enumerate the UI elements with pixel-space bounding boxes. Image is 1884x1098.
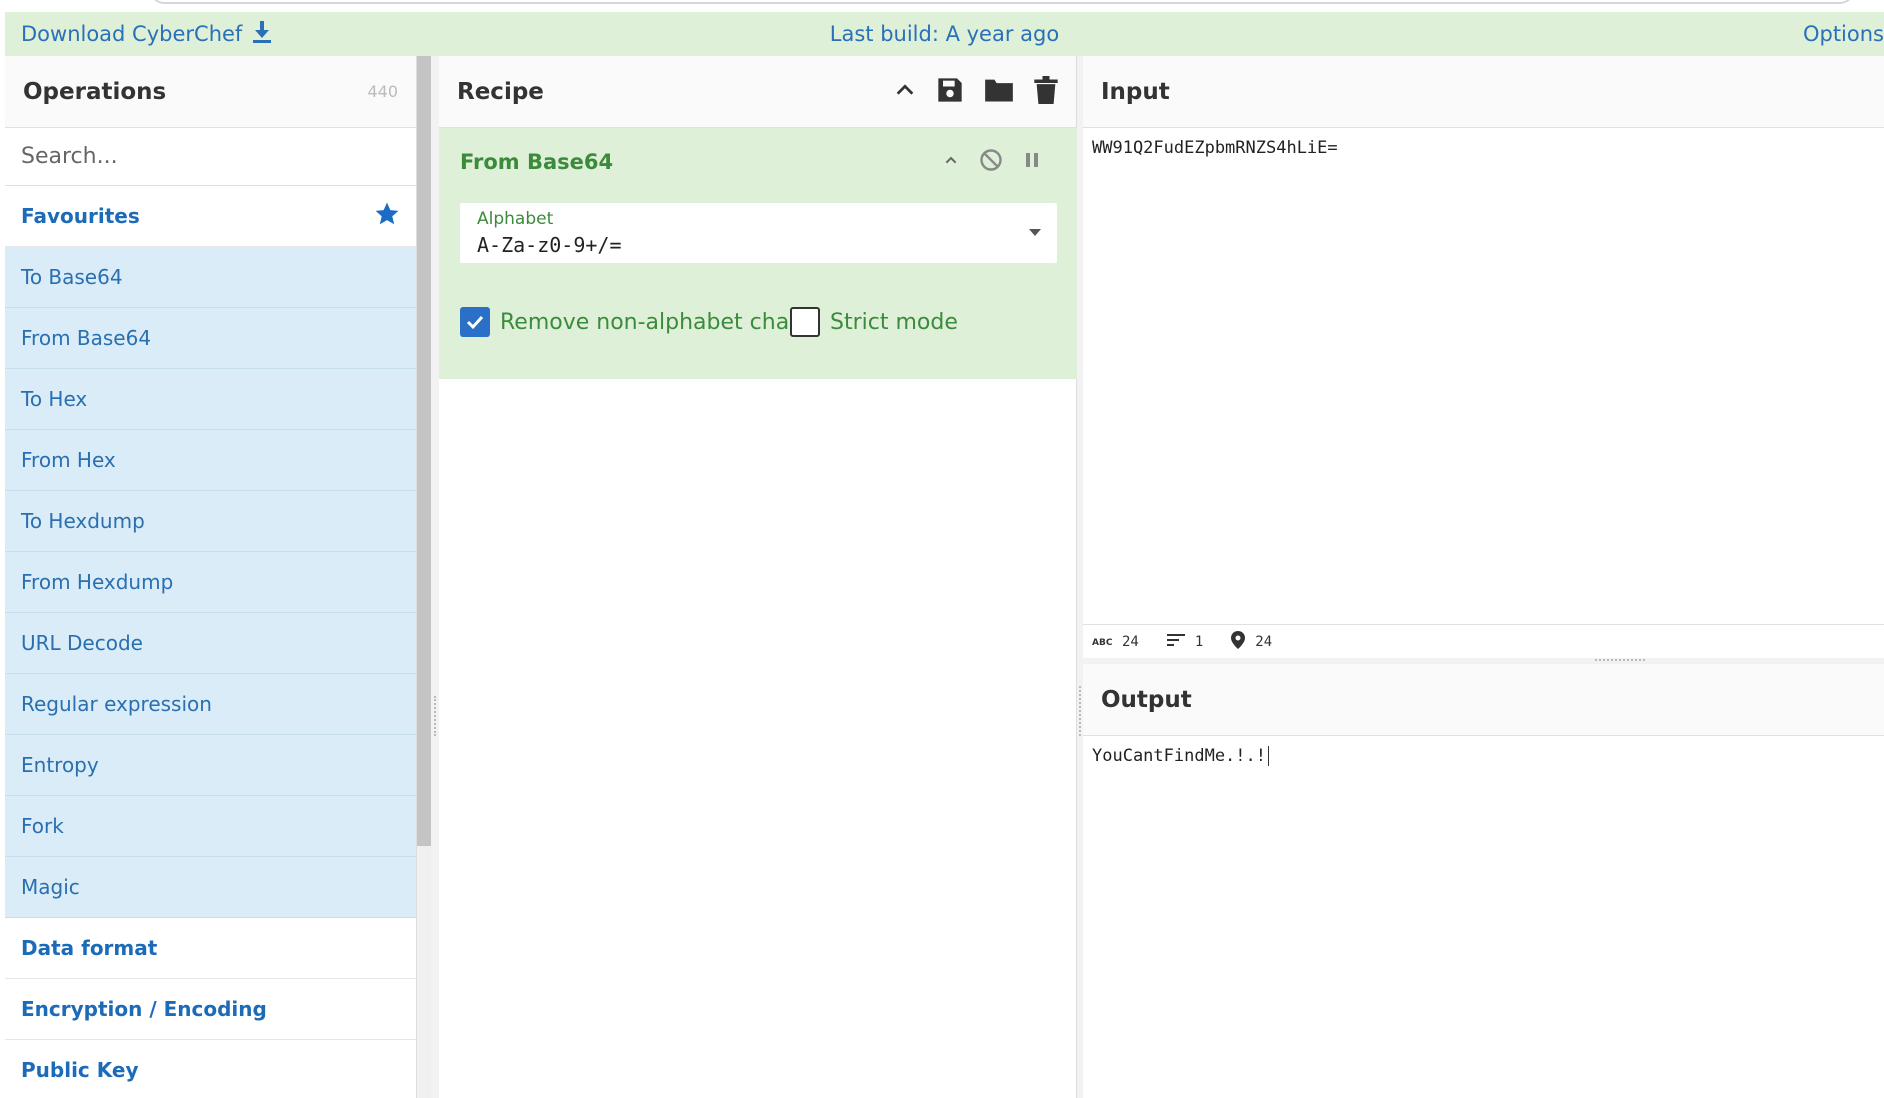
chevron-up-icon[interactable] (894, 79, 916, 105)
last-build-text: Last build: A year ago (829, 22, 1060, 46)
output-title: Output (1101, 686, 1192, 713)
op-label: From Base64 (21, 326, 152, 350)
category-label: Encryption / Encoding (21, 997, 267, 1021)
resize-gutter-operations[interactable] (431, 56, 439, 1098)
recipe-operation-from-base64: From Base64 Alphabet A-Za-z0-9+/= Remove… (439, 128, 1077, 379)
star-icon[interactable] (374, 201, 400, 232)
op-fork[interactable]: Fork (5, 796, 416, 857)
trash-icon[interactable] (1034, 75, 1058, 108)
input-textarea[interactable]: WW91Q2FudEZpbmRNZS4hLiE= (1092, 138, 1338, 158)
save-icon[interactable] (936, 76, 964, 108)
operations-scrollbar-track[interactable] (417, 846, 431, 1098)
op-magic[interactable]: Magic (5, 857, 416, 918)
browser-top-edge (0, 0, 1884, 12)
strict-mode-label: Strict mode (830, 309, 958, 335)
op-from-hexdump[interactable]: From Hexdump (5, 552, 416, 613)
op-to-base64[interactable]: To Base64 (5, 247, 416, 308)
op-label: To Hexdump (21, 509, 145, 533)
recipe-title: Recipe (457, 78, 544, 105)
disable-icon[interactable] (979, 148, 1003, 176)
op-to-hexdump[interactable]: To Hexdump (5, 491, 416, 552)
operations-title: Operations (23, 78, 167, 105)
favourites-label: Favourites (21, 204, 140, 228)
category-public-key[interactable]: Public Key (5, 1040, 416, 1098)
op-label: Fork (21, 814, 64, 838)
output-textarea[interactable]: YouCantFindMe.!.! (1092, 746, 1269, 766)
operations-count: 440 (367, 82, 398, 101)
location-pin-icon (1231, 630, 1246, 653)
abc-icon: ABC (1092, 634, 1113, 650)
op-label: Magic (21, 875, 80, 899)
op-entropy[interactable]: Entropy (5, 735, 416, 796)
op-from-hex[interactable]: From Hex (5, 430, 416, 491)
input-panel: Input WW91Q2FudEZpbmRNZS4hLiE= (1083, 56, 1884, 624)
cursor-position: 24 (1255, 633, 1273, 650)
category-label: Public Key (21, 1058, 139, 1082)
options-link[interactable]: Options (1803, 22, 1884, 46)
op-label: Entropy (21, 753, 99, 777)
input-title: Input (1101, 78, 1170, 105)
remove-non-alphabet-checkbox[interactable]: Remove non-alphabet chars (460, 307, 810, 337)
operation-title: From Base64 (460, 150, 614, 174)
recipe-header: Recipe (439, 56, 1076, 128)
input-status-bar: ABC 24 1 24 (1083, 624, 1884, 658)
alphabet-label: Alphabet (477, 209, 554, 229)
strict-mode-checkbox[interactable]: Strict mode (790, 307, 958, 337)
op-label: To Hex (21, 387, 88, 411)
line-count: 1 (1194, 633, 1204, 650)
category-label: Data format (21, 936, 158, 960)
operations-scrollbar-thumb[interactable] (417, 56, 431, 846)
folder-icon[interactable] (984, 77, 1014, 107)
op-label: From Hex (21, 448, 116, 472)
recipe-toolbar (894, 75, 1058, 108)
output-header: Output (1083, 664, 1884, 736)
search-input[interactable] (21, 144, 400, 169)
operations-header: Operations 440 (5, 56, 416, 128)
pause-icon[interactable] (1023, 150, 1041, 174)
op-to-hex[interactable]: To Hex (5, 369, 416, 430)
category-data-format[interactable]: Data format (5, 918, 416, 979)
operation-controls (943, 148, 1041, 176)
lines-icon (1166, 633, 1185, 651)
operations-panel: Operations 440 Favourites To Base64 From… (5, 56, 417, 1098)
output-text: YouCantFindMe.!.! (1092, 746, 1266, 766)
checkmark-icon[interactable] (460, 307, 490, 337)
alphabet-value: A-Za-z0-9+/= (477, 233, 622, 257)
recipe-panel: Recipe From Base64 Alphabet A-Za-z0-9+/=… (439, 56, 1077, 1098)
svg-text:ABC: ABC (1092, 638, 1112, 646)
unchecked-box-icon[interactable] (790, 307, 820, 337)
category-favourites[interactable]: Favourites (5, 186, 416, 247)
input-header: Input (1083, 56, 1884, 128)
caret-down-icon (1029, 229, 1041, 236)
output-panel: Output YouCantFindMe.!.! (1083, 664, 1884, 1098)
op-label: To Base64 (21, 265, 123, 289)
search-box (5, 128, 416, 186)
chevron-up-icon[interactable] (943, 152, 959, 172)
char-count: 24 (1122, 633, 1139, 650)
op-label: Regular expression (21, 692, 212, 716)
op-label: URL Decode (21, 631, 143, 655)
text-cursor (1268, 746, 1269, 766)
op-label: From Hexdump (21, 570, 174, 594)
op-from-base64[interactable]: From Base64 (5, 308, 416, 369)
remove-non-alphabet-label: Remove non-alphabet chars (500, 309, 810, 335)
category-encryption-encoding[interactable]: Encryption / Encoding (5, 979, 416, 1040)
top-banner: Download CyberChef Last build: A year ag… (5, 12, 1884, 56)
op-url-decode[interactable]: URL Decode (5, 613, 416, 674)
op-regular-expression[interactable]: Regular expression (5, 674, 416, 735)
alphabet-select[interactable]: Alphabet A-Za-z0-9+/= (460, 203, 1057, 263)
